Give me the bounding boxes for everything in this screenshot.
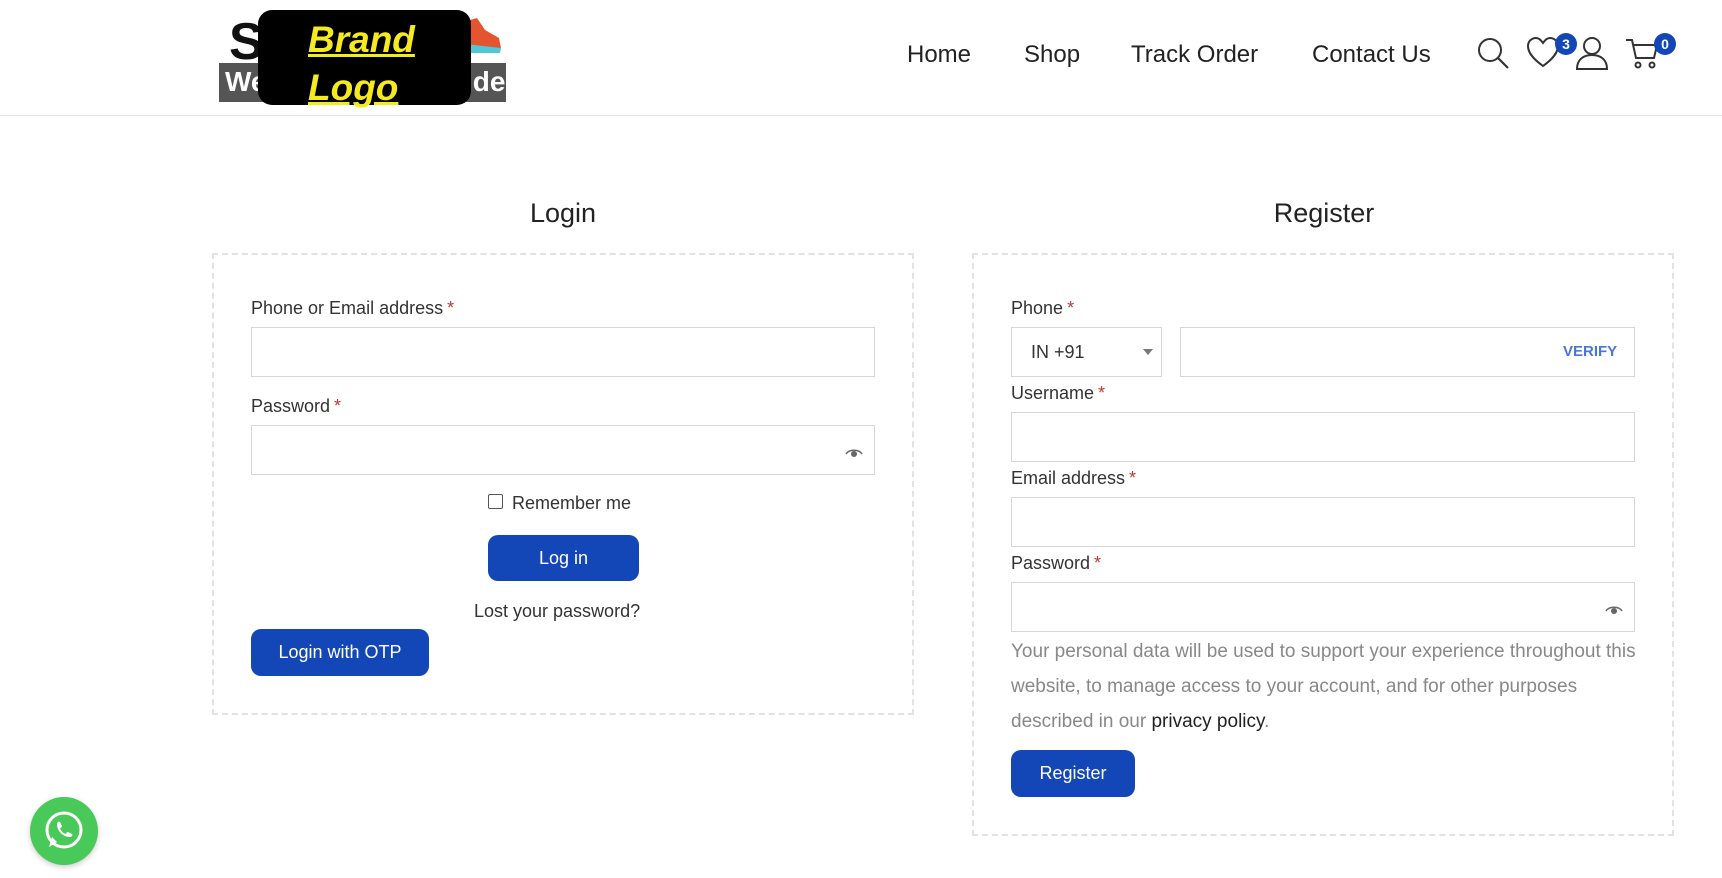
register-password-label: Password * xyxy=(1011,553,1101,574)
chevron-down-icon xyxy=(1143,349,1153,355)
login-identifier-label-text: Phone or Email address xyxy=(251,298,444,318)
search-icon[interactable] xyxy=(1476,36,1510,70)
required-marker: * xyxy=(334,396,342,416)
whatsapp-button[interactable] xyxy=(30,797,98,865)
country-code-select[interactable]: IN +91 xyxy=(1011,327,1162,377)
nav-contact-us[interactable]: Contact Us xyxy=(1312,41,1431,69)
register-title: Register xyxy=(1273,198,1375,228)
login-password-label-text: Password xyxy=(251,396,331,416)
logo-text-right: ide xyxy=(465,66,506,97)
login-button[interactable]: Log in xyxy=(488,535,639,581)
brand-logo-line2: Logo xyxy=(308,67,399,108)
register-phone-label-text: Phone xyxy=(1011,298,1064,318)
verify-phone-button[interactable]: VERIFY xyxy=(1563,343,1617,360)
register-email-input[interactable] xyxy=(1011,497,1635,547)
lost-password-link[interactable]: Lost your password? xyxy=(474,601,640,622)
login-identifier-input[interactable] xyxy=(251,327,875,377)
login-password-input[interactable] xyxy=(251,425,875,475)
remember-me-label[interactable]: Remember me xyxy=(512,493,631,514)
site-logo[interactable]: S We ide Brand Logo xyxy=(219,8,506,108)
register-email-label: Email address * xyxy=(1011,468,1136,489)
register-password-label-text: Password xyxy=(1011,553,1091,573)
brand-logo-placeholder: Brand Logo xyxy=(258,10,471,108)
register-username-input[interactable] xyxy=(1011,412,1635,462)
user-icon[interactable] xyxy=(1575,36,1609,70)
privacy-notice: Your personal data will be used to suppo… xyxy=(1011,634,1651,739)
show-password-icon[interactable] xyxy=(1605,605,1623,615)
country-code-value: IN +91 xyxy=(1031,342,1085,362)
nav-track-order[interactable]: Track Order xyxy=(1131,41,1258,69)
register-phone-label: Phone * xyxy=(1011,298,1074,319)
brand-logo-line1: Brand xyxy=(308,19,415,60)
register-button[interactable]: Register xyxy=(1011,750,1135,797)
register-username-label-text: Username xyxy=(1011,383,1095,403)
remember-me-checkbox[interactable] xyxy=(488,494,503,509)
nav-home[interactable]: Home xyxy=(907,41,971,69)
wishlist-count-badge: 3 xyxy=(1555,33,1577,55)
register-username-label: Username * xyxy=(1011,383,1105,404)
required-marker: * xyxy=(447,298,455,318)
privacy-notice-text: Your personal data will be used to suppo… xyxy=(1011,641,1636,732)
cart-count-badge: 0 xyxy=(1654,33,1676,55)
login-identifier-label: Phone or Email address * xyxy=(251,298,454,319)
required-marker: * xyxy=(1067,298,1075,318)
login-password-label: Password * xyxy=(251,396,341,417)
register-password-input[interactable] xyxy=(1011,582,1635,632)
required-marker: * xyxy=(1094,553,1102,573)
required-marker: * xyxy=(1098,383,1106,403)
privacy-policy-link[interactable]: privacy policy xyxy=(1151,711,1264,732)
whatsapp-icon xyxy=(45,811,83,849)
login-title: Login xyxy=(529,198,597,228)
required-marker: * xyxy=(1129,468,1137,488)
privacy-notice-end: . xyxy=(1264,711,1270,732)
show-password-icon[interactable] xyxy=(845,448,863,458)
register-email-label-text: Email address xyxy=(1011,468,1126,488)
nav-shop[interactable]: Shop xyxy=(1024,41,1080,69)
login-with-otp-button[interactable]: Login with OTP xyxy=(251,629,429,676)
site-header: S We ide Brand Logo Home Shop Track Orde… xyxy=(0,0,1722,116)
